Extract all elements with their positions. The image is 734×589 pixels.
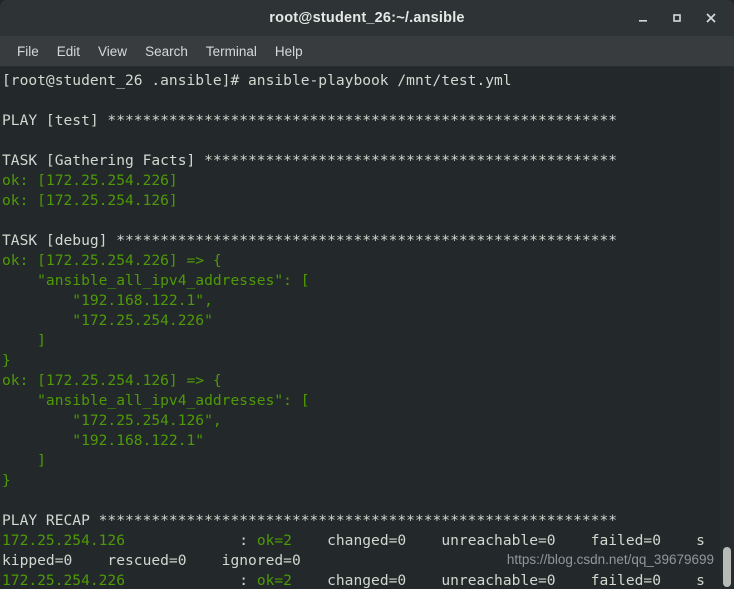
menu-item-help[interactable]: Help — [266, 40, 312, 63]
terminal-text: TASK [Gathering Facts] *****************… — [2, 152, 618, 169]
terminal-line: "ansible_all_ipv4_addresses": [ — [2, 391, 734, 411]
terminal-area[interactable]: [root@student_26 .ansible]# ansible-play… — [0, 67, 734, 589]
terminal-text: changed=0 unreachable=0 failed=0 s — [291, 532, 705, 549]
terminal-line: ok: [172.25.254.126] => { — [2, 371, 734, 391]
terminal-text: "172.25.254.226" — [2, 312, 213, 329]
terminal-text: "ansible_all_ipv4_addresses": [ — [2, 392, 310, 409]
terminal-text: "192.168.122.1", — [2, 292, 213, 309]
terminal-text: ok=2 — [256, 572, 292, 589]
terminal-text: ok=2 — [256, 532, 292, 549]
menu-item-file[interactable]: File — [8, 40, 48, 63]
terminal-text: kipped=0 rescued=0 ignored=0 — [2, 552, 301, 569]
terminal-window: root@student_26:~/.ansible File Edit Vie… — [0, 0, 734, 589]
window-titlebar: root@student_26:~/.ansible — [0, 0, 734, 36]
menu-item-terminal[interactable]: Terminal — [197, 40, 266, 63]
terminal-text: "ansible_all_ipv4_addresses": [ — [2, 272, 310, 289]
window-title: root@student_26:~/.ansible — [269, 10, 465, 26]
terminal-output[interactable]: [root@student_26 .ansible]# ansible-play… — [0, 67, 734, 589]
terminal-line: ok: [172.25.254.226] => { — [2, 251, 734, 271]
terminal-line: ] — [2, 451, 734, 471]
terminal-line: "172.25.254.126", — [2, 411, 734, 431]
terminal-text: "172.25.254.126", — [2, 412, 222, 429]
terminal-text: : — [125, 572, 257, 589]
close-icon[interactable] — [703, 10, 719, 26]
terminal-text: ok: [172.25.254.226] — [2, 172, 178, 189]
terminal-line: PLAY RECAP *****************************… — [2, 511, 734, 531]
terminal-text: ok: [172.25.254.126] — [2, 192, 178, 209]
terminal-line: ok: [172.25.254.126] — [2, 191, 734, 211]
terminal-line: "ansible_all_ipv4_addresses": [ — [2, 271, 734, 291]
terminal-line: 172.25.254.126 : ok=2 changed=0 unreacha… — [2, 531, 734, 551]
terminal-scrollbar[interactable] — [720, 67, 734, 589]
menubar: File Edit View Search Terminal Help — [0, 36, 734, 67]
terminal-text: PLAY RECAP *****************************… — [2, 512, 618, 529]
terminal-text: 172.25.254.226 — [2, 572, 126, 589]
terminal-text: } — [2, 472, 11, 489]
terminal-text: ok: [172.25.254.126] => { — [2, 372, 222, 389]
terminal-text: : — [125, 532, 257, 549]
window-controls — [635, 10, 734, 26]
terminal-text: TASK [debug] ***************************… — [2, 232, 618, 249]
terminal-line: ] — [2, 331, 734, 351]
scrollbar-thumb[interactable] — [723, 547, 731, 587]
terminal-line: "192.168.122.1", — [2, 291, 734, 311]
maximize-icon[interactable] — [669, 10, 685, 26]
terminal-line: "172.25.254.226" — [2, 311, 734, 331]
minimize-icon[interactable] — [635, 10, 651, 26]
menu-item-edit[interactable]: Edit — [48, 40, 89, 63]
menu-item-search[interactable]: Search — [136, 40, 197, 63]
terminal-text: ] — [2, 332, 46, 349]
terminal-line: TASK [Gathering Facts] *****************… — [2, 151, 734, 171]
menu-item-view[interactable]: View — [89, 40, 136, 63]
terminal-line: kipped=0 rescued=0 ignored=0 — [2, 551, 734, 571]
terminal-line: ok: [172.25.254.226] — [2, 171, 734, 191]
terminal-line: 172.25.254.226 : ok=2 changed=0 unreacha… — [2, 571, 734, 589]
terminal-text: ok: [172.25.254.226] => { — [2, 252, 222, 269]
terminal-text: } — [2, 352, 11, 369]
terminal-line: [root@student_26 .ansible]# ansible-play… — [2, 71, 734, 91]
terminal-text: ] — [2, 452, 46, 469]
terminal-text: "192.168.122.1" — [2, 432, 205, 449]
terminal-line: } — [2, 351, 734, 371]
terminal-text: changed=0 unreachable=0 failed=0 s — [291, 572, 705, 589]
terminal-text: 172.25.254.126 — [2, 532, 126, 549]
terminal-line: } — [2, 471, 734, 491]
terminal-text: PLAY [test] ****************************… — [2, 112, 618, 129]
terminal-line: PLAY [test] ****************************… — [2, 111, 734, 131]
terminal-text: [root@student_26 .ansible]# ansible-play… — [2, 72, 512, 89]
terminal-line: "192.168.122.1" — [2, 431, 734, 451]
terminal-line: TASK [debug] ***************************… — [2, 231, 734, 251]
